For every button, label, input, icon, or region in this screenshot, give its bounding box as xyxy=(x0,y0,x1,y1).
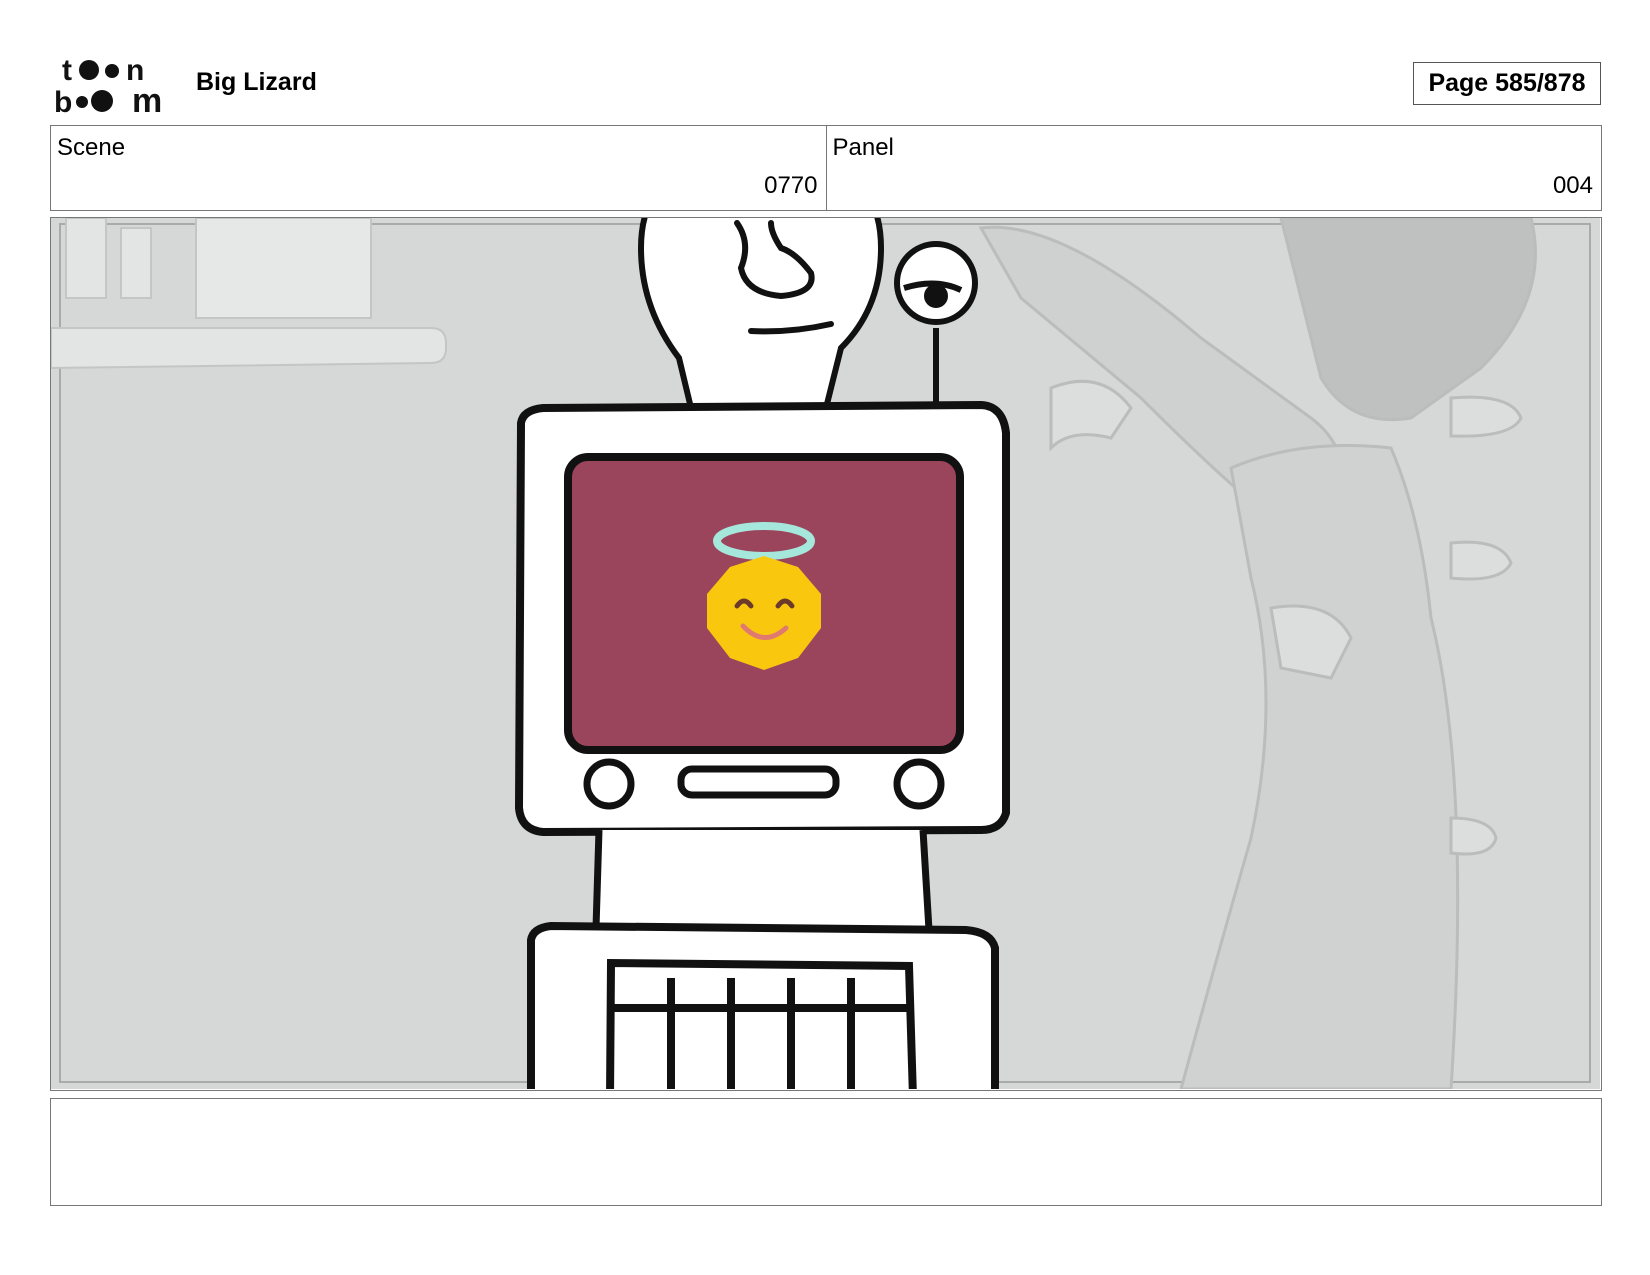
scene-panel-info: Scene 0770 Panel 004 xyxy=(50,125,1602,211)
monitor-knob-left xyxy=(583,758,635,810)
scene-cell: Scene 0770 xyxy=(51,126,826,210)
scene-number: 0770 xyxy=(764,172,818,199)
toon-boom-logo: t n b m xyxy=(54,54,162,116)
panel-cell: Panel 004 xyxy=(825,126,1602,210)
panel-number: 004 xyxy=(1552,172,1593,199)
monitor-slot xyxy=(677,765,840,799)
page-indicator: Page 585/878 xyxy=(1413,62,1601,105)
project-title: Big Lizard xyxy=(196,68,317,96)
monitor-knob-right xyxy=(893,758,945,810)
monitor-stand xyxy=(592,829,933,934)
storyboard-panel xyxy=(50,217,1602,1091)
scene-label: Scene xyxy=(57,134,126,161)
svg-text:b: b xyxy=(54,86,72,116)
svg-text:m: m xyxy=(132,82,162,116)
panel-notes xyxy=(50,1098,1602,1206)
panel-drawing xyxy=(51,218,1600,1089)
svg-text:t: t xyxy=(62,54,72,87)
panel-label: Panel xyxy=(832,134,894,161)
